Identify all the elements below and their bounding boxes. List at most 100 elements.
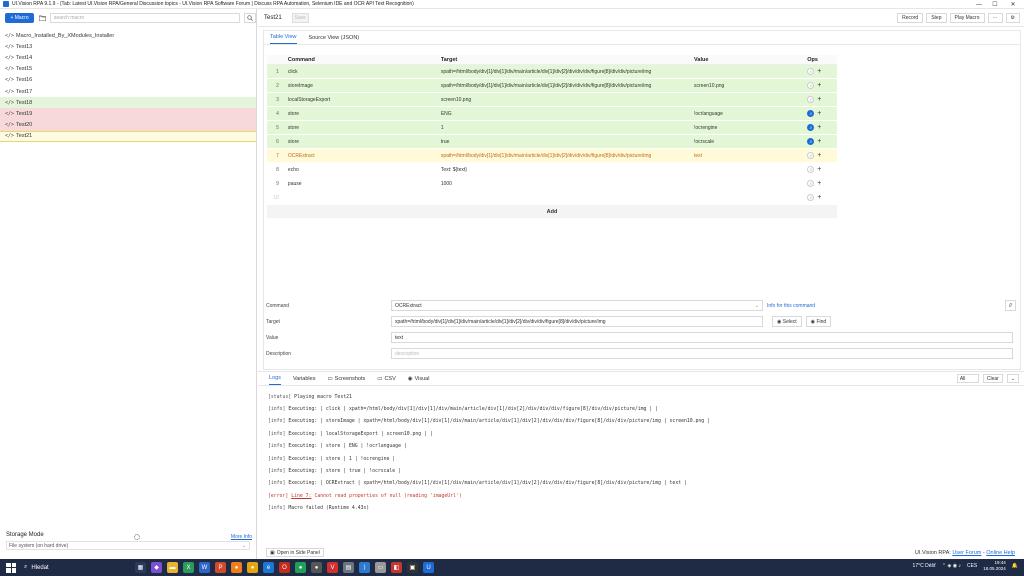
tab-logs[interactable]: Logs [269,375,281,385]
log-line-link[interactable]: Line 7: [291,494,311,499]
clock[interactable]: 19:44 18.05.2024 [983,560,1006,572]
command-row[interactable]: 5 store 1 !ocrengine //+ [267,121,837,135]
macro-item[interactable]: </> Test15 [0,64,256,75]
comment-out-button[interactable]: // [807,138,815,145]
tab-csv[interactable]: ▭ CSV [377,376,396,385]
taskbar-search[interactable]: ⌕ Hledat [24,564,114,571]
maximize-button[interactable]: ☐ [986,0,1004,9]
comment-out-button[interactable]: // [807,82,815,89]
teams-icon[interactable]: ◆ [151,562,162,573]
user-forum-link[interactable]: User Forum [952,550,981,556]
comment-out-button[interactable]: // [807,152,815,159]
vscode-icon[interactable]: ⟩ [359,562,370,573]
command-row[interactable]: 1 click xpath=/html/body/div[1]/div[1]/div… [267,65,837,79]
app-red-icon[interactable]: ◧ [391,562,402,573]
comment-out-button[interactable]: // [807,166,815,173]
powerpoint-icon[interactable]: P [215,562,226,573]
value-input[interactable]: text [391,332,1013,343]
vivaldi-icon[interactable]: V [327,562,338,573]
storage-select[interactable]: File system (on hard drive) ⌄ [6,541,250,550]
comment-out-button[interactable]: // [807,68,815,75]
insert-row-button[interactable]: + [817,96,821,103]
command-row[interactable]: 2 storeImage xpath=/html/body/div[1]/div[1… [267,79,837,93]
notepad-icon[interactable]: ▤ [343,562,354,573]
insert-row-button[interactable]: + [817,110,821,117]
settings-button[interactable]: ⚙ [1005,13,1020,23]
comment-out-button[interactable]: // [807,124,815,131]
app-dark-icon[interactable]: ▣ [407,562,418,573]
edge-icon[interactable]: e [263,562,274,573]
file-explorer-icon[interactable]: ▬ [167,562,178,573]
clear-logs-button[interactable]: Clear [982,374,1003,383]
weather-widget[interactable]: 17°C Déšť [913,563,936,569]
comment-toggle-button[interactable]: // [1005,300,1016,311]
macro-item[interactable]: </> Test20 [0,119,256,131]
tray-icons[interactable]: ⌃ ◈ ◉ ♪ [942,563,961,569]
macro-item[interactable]: </> Test14 [0,52,256,63]
description-input[interactable]: description [391,348,1013,359]
insert-row-button[interactable]: + [817,138,821,145]
insert-row-button[interactable]: + [817,124,821,131]
uivision-icon[interactable]: U [423,562,434,573]
task-view-icon[interactable]: ▦ [135,562,146,573]
log-filter-select[interactable]: All [956,374,979,383]
tab-visual[interactable]: ◉ Visual [408,376,430,385]
save-button[interactable]: Save [291,12,309,23]
log-menu-button[interactable]: ⌄ [1006,374,1019,383]
search-input[interactable]: search macro [49,13,241,23]
macro-item[interactable]: </> Test13 [0,41,256,52]
opera-icon[interactable]: O [279,562,290,573]
comment-out-button[interactable]: // [807,180,815,187]
media-icon[interactable]: ● [311,562,322,573]
find-target-button[interactable]: ◉ Find [805,316,832,327]
add-command-button[interactable]: Add [267,205,837,218]
tab-source-view[interactable]: Source View (JSON) [309,35,360,44]
close-button[interactable]: ✕ [1004,0,1022,9]
insert-row-button[interactable]: + [817,152,821,159]
tab-table-view[interactable]: Table View [270,34,297,44]
comment-out-button[interactable]: // [807,110,815,117]
firefox-icon[interactable]: ● [231,562,242,573]
insert-row-button[interactable]: + [817,180,821,187]
select-target-button[interactable]: ◉ Select [772,316,802,327]
windows-start-icon[interactable] [6,562,16,573]
insert-row-button[interactable]: + [817,68,821,75]
macro-item[interactable]: </> Test16 [0,75,256,86]
comment-out-button[interactable]: // [807,194,815,201]
insert-row-button[interactable]: + [817,166,821,173]
open-side-panel-button[interactable]: ▣ Open in Side Panel [266,548,324,557]
chrome-icon[interactable]: ● [247,562,258,573]
excel-icon[interactable]: X [183,562,194,573]
search-icon[interactable] [244,13,256,23]
info-command-link[interactable]: Info for this command [767,303,815,309]
insert-row-button[interactable]: + [817,194,821,201]
tab-variables[interactable]: Variables [293,376,316,385]
new-macro-button[interactable]: + Macro [5,13,35,23]
more-button[interactable]: ··· [987,13,1003,23]
step-button[interactable]: Step [926,13,947,23]
terminal-icon[interactable]: ▭ [375,562,386,573]
tab-screenshots[interactable]: ▭ Screenshots [327,376,365,385]
macro-item[interactable]: </> Test17 [0,86,256,97]
play-macro-button[interactable]: Play Macro [949,13,985,23]
language-indicator[interactable]: CES [967,563,977,569]
command-row[interactable]: 10 //+ [267,191,837,205]
notification-icon[interactable]: 🔔 [1012,563,1018,569]
macro-item[interactable]: </> Test18 [0,97,256,109]
command-row[interactable]: 9 pause 1000 //+ [267,177,837,191]
online-help-link[interactable]: Online Help [986,550,1015,556]
macro-item[interactable]: </> Macro_Installed_By_XModules_Installer [0,30,256,41]
command-row[interactable]: 7 OCRExtract xpath=/html/body/div[1]/div[1… [267,149,837,163]
chrome-dev-icon[interactable]: ● [295,562,306,573]
insert-row-button[interactable]: + [817,82,821,89]
folder-icon[interactable] [38,14,46,22]
target-input[interactable]: xpath=/html/body/div[1]/div[1]/div/main/… [391,316,763,327]
macro-item[interactable]: </> Test21 [0,130,256,142]
macro-item[interactable]: </> Test19 [0,108,256,120]
record-button[interactable]: Record [897,13,924,23]
comment-out-button[interactable]: // [807,96,815,103]
more-info-link[interactable]: More Info [231,534,252,540]
command-row[interactable]: 8 echo Text: ${text} //+ [267,163,837,177]
command-row[interactable]: 3 localStorageExport screen10.png //+ [267,93,837,107]
command-select[interactable]: OCRExtract ⌄ [391,300,763,311]
